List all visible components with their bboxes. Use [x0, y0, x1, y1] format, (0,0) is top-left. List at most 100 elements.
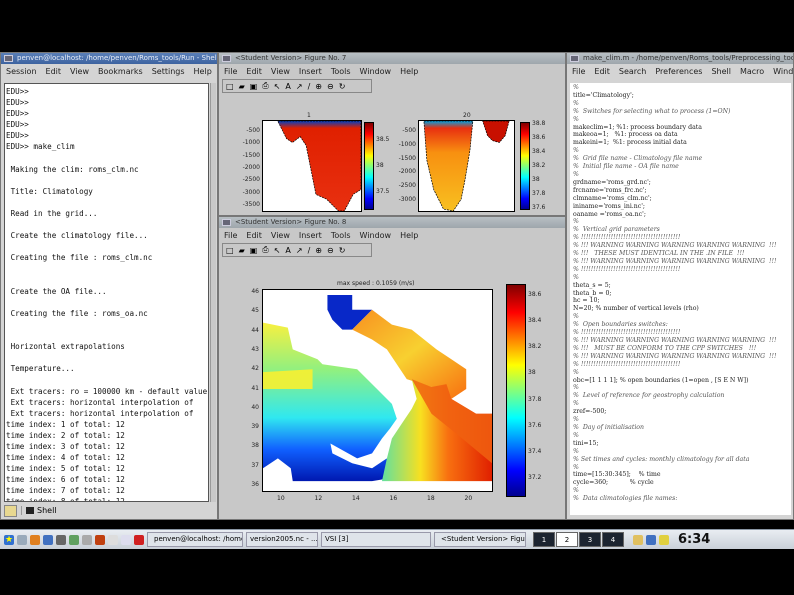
colorbar-tick: 38.2 [528, 343, 542, 351]
task-label: version2005.nc - ... [250, 535, 318, 543]
menu-windows[interactable]: Windows [773, 67, 793, 76]
menu-bookmarks[interactable]: Bookmarks [98, 67, 143, 76]
new-session-icon[interactable] [4, 504, 17, 517]
rotate-icon[interactable]: ↻ [339, 246, 346, 255]
menu-tools[interactable]: Tools [331, 231, 351, 240]
new-icon[interactable]: □ [226, 246, 234, 255]
menu-edit[interactable]: Edit [46, 67, 62, 76]
zoom-out-icon[interactable]: ⊖ [327, 246, 334, 255]
line-icon[interactable]: / [308, 246, 311, 255]
text-icon[interactable]: A [285, 82, 290, 91]
clock[interactable]: 6:34 [678, 532, 710, 547]
menu-view[interactable]: View [271, 231, 290, 240]
code-line: makeclim=1; %1: process boundary data [573, 123, 702, 131]
code-line: % [573, 416, 579, 424]
code-line: oaname ='roms_oa.nc'; [573, 210, 646, 218]
task-label: <Student Version> Figure [441, 535, 526, 543]
code-line: theta_b = 0; [573, 289, 612, 297]
menu-session[interactable]: Session [6, 67, 37, 76]
line-icon[interactable]: / [308, 82, 311, 91]
task-vsi[interactable]: VSI [3] [321, 532, 431, 547]
desktop-3[interactable]: 3 [579, 532, 601, 547]
menu-window[interactable]: Window [360, 231, 392, 240]
terminal-scrollbar[interactable] [210, 83, 216, 502]
shell-tab[interactable]: Shell [21, 506, 57, 515]
menu-edit[interactable]: Edit [246, 67, 262, 76]
firefox-icon[interactable] [30, 534, 40, 545]
menu-edit[interactable]: Edit [246, 231, 262, 240]
writer-icon[interactable] [121, 534, 131, 545]
figure-8-title-bar[interactable]: <Student Version> Figure No. 8 [219, 217, 565, 228]
open-icon[interactable]: ▰ [239, 82, 245, 91]
print-icon[interactable]: ⎙ [262, 245, 268, 255]
pointer-icon[interactable]: ↖ [274, 82, 281, 91]
task-terminal[interactable]: penven@localhost: /home [147, 532, 243, 547]
task-figure[interactable]: <Student Version> Figure [434, 532, 526, 547]
pdf-icon[interactable] [134, 534, 144, 545]
text-icon[interactable]: A [285, 246, 290, 255]
terminal-line: Read in the grid... [6, 209, 98, 219]
kde-menu-icon[interactable]: ★ [4, 534, 14, 545]
menu-help[interactable]: Help [400, 67, 418, 76]
menu-view[interactable]: View [70, 67, 89, 76]
y-tick: -2000 [242, 164, 260, 171]
pointer-icon[interactable]: ↖ [274, 246, 281, 255]
zoom-out-icon[interactable]: ⊖ [327, 82, 334, 91]
menu-insert[interactable]: Insert [299, 231, 322, 240]
y-tick: -2500 [398, 182, 416, 190]
save-icon[interactable]: ▣ [250, 246, 258, 255]
arrow-icon[interactable]: ↗ [296, 246, 303, 255]
code-line: % !!! WARNING WARNING WARNING WARNING WA… [573, 352, 777, 360]
menu-settings[interactable]: Settings [152, 67, 185, 76]
open-icon[interactable]: ▰ [239, 246, 245, 255]
figure-7-title-bar[interactable]: <Student Version> Figure No. 7 [219, 53, 565, 64]
window-title: make_clim.m - /home/penven/Roms_tools/Pr… [583, 54, 793, 62]
menu-search[interactable]: Search [619, 67, 646, 76]
menu-shell[interactable]: Shell [711, 67, 731, 76]
klipper-icon[interactable] [633, 534, 643, 545]
checkmark-icon[interactable] [108, 534, 118, 545]
menu-view[interactable]: View [271, 67, 290, 76]
code-line: % [573, 384, 579, 392]
zoom-in-icon[interactable]: ⊕ [315, 82, 322, 91]
x-tick: 18 [427, 495, 435, 502]
menu-window[interactable]: Window [360, 67, 392, 76]
menu-file[interactable]: File [572, 67, 585, 76]
menu-file[interactable]: File [224, 231, 237, 240]
desktop-2[interactable]: 2 [556, 532, 578, 547]
left-colorbar [364, 122, 374, 210]
menu-preferences[interactable]: Preferences [655, 67, 702, 76]
colorbar-tick: 37.8 [528, 395, 542, 403]
menu-help[interactable]: Help [194, 67, 212, 76]
menu-tools[interactable]: Tools [331, 67, 351, 76]
network-icon[interactable] [646, 534, 656, 545]
launcher-icon[interactable] [17, 534, 27, 545]
new-icon[interactable]: □ [226, 82, 234, 91]
menu-insert[interactable]: Insert [299, 67, 322, 76]
desktop-4[interactable]: 4 [602, 532, 624, 547]
nedit-icon [570, 55, 579, 62]
terminal-output[interactable]: EDU>> EDU>> EDU>> EDU>> EDU>> EDU>> make_clim… [4, 83, 209, 502]
menu-macro[interactable]: Macro [740, 67, 764, 76]
zoom-in-icon[interactable]: ⊕ [315, 246, 322, 255]
save-icon[interactable]: ▣ [250, 82, 258, 91]
matlab-icon[interactable] [95, 534, 105, 545]
print-icon[interactable]: ⎙ [262, 81, 268, 91]
terminal-line: time index: 6 of total: 12 [6, 475, 125, 485]
terminal-title-bar[interactable]: penven@localhost: /home/penven/Roms_tool… [1, 53, 217, 64]
document-icon[interactable] [82, 534, 92, 545]
arrow-icon[interactable]: ↗ [296, 82, 303, 91]
printer-icon[interactable] [56, 534, 66, 545]
settings-icon[interactable] [69, 534, 79, 545]
mail-icon[interactable] [43, 534, 53, 545]
menu-edit[interactable]: Edit [594, 67, 610, 76]
rotate-icon[interactable]: ↻ [339, 82, 346, 91]
menu-file[interactable]: File [224, 67, 237, 76]
editor-text-area[interactable]: % title='Climatology';%% Switches for sel… [570, 83, 791, 515]
updater-icon[interactable] [659, 534, 669, 545]
menu-help[interactable]: Help [400, 231, 418, 240]
editor-title-bar[interactable]: make_clim.m - /home/penven/Roms_tools/Pr… [567, 53, 793, 64]
task-ncview[interactable]: version2005.nc - ... [246, 532, 318, 547]
desktop-1[interactable]: 1 [533, 532, 555, 547]
code-line: obc=[1 1 1 1]; % open boundaries (1=open… [573, 376, 749, 384]
